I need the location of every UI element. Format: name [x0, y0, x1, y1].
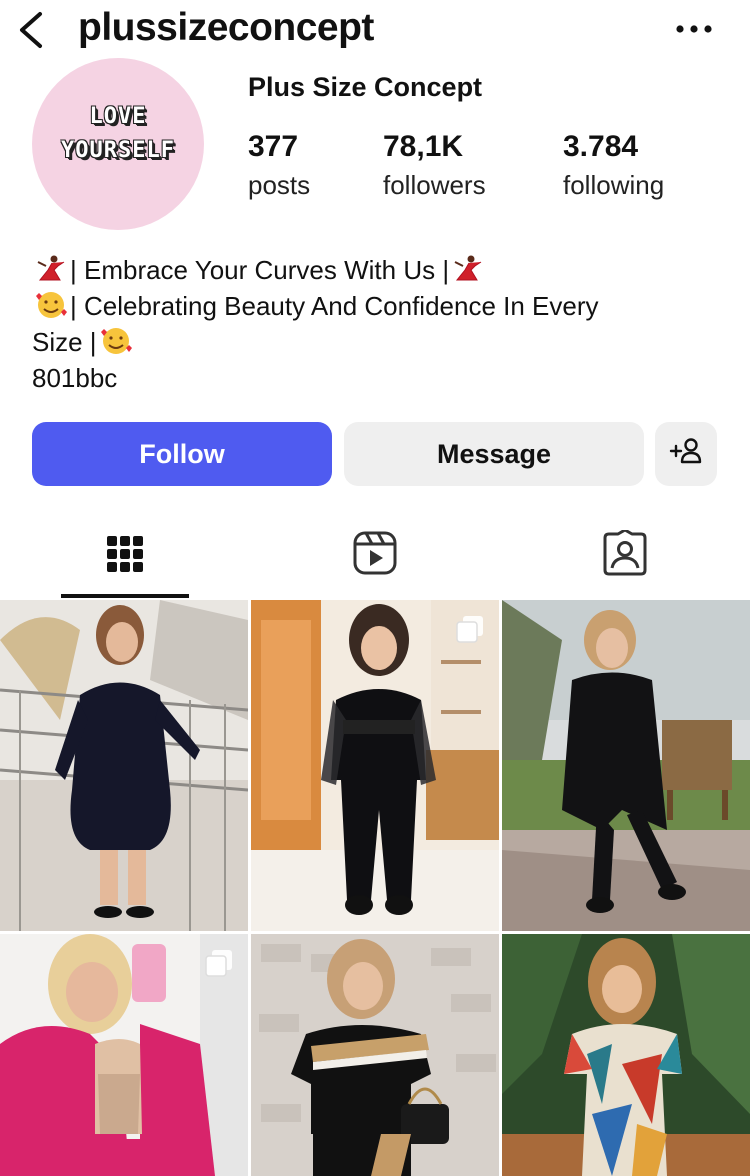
posts-label[interactable]: posts [248, 170, 310, 201]
profile-avatar[interactable]: LOVE YOURSELF [32, 58, 204, 230]
back-chevron-icon[interactable] [12, 8, 52, 52]
profile-username: plussizeconcept [78, 6, 374, 49]
bio-text-3: Size | [32, 327, 97, 357]
following-label[interactable]: following [563, 170, 664, 201]
multiple-photos-icon [204, 948, 234, 978]
post-thumbnail-4[interactable] [0, 934, 248, 1176]
posts-count[interactable]: 377 [248, 130, 298, 164]
post-thumbnail-2[interactable] [251, 600, 499, 931]
reels-icon [352, 530, 398, 581]
multiple-photos-icon [455, 614, 485, 644]
posts-grid [0, 600, 750, 1176]
profile-display-name: Plus Size Concept [248, 72, 483, 102]
post-thumbnail-1[interactable] [0, 600, 248, 931]
active-tab-indicator [61, 594, 189, 598]
follow-button[interactable]: Follow [32, 422, 332, 486]
tagged-user-icon [602, 528, 648, 581]
post-thumbnail-6[interactable] [502, 934, 750, 1176]
add-user-button[interactable] [655, 422, 717, 486]
dancer-emoji-icon [34, 254, 68, 284]
grid-icon [105, 530, 145, 581]
profile-bio: | Embrace Your Curves With Us | | Celebr… [32, 252, 722, 396]
add-user-icon [669, 436, 703, 473]
followers-count[interactable]: 78,1K [383, 130, 463, 164]
message-button[interactable]: Message [344, 422, 644, 486]
smiling-face-with-hearts-emoji-icon [34, 290, 68, 320]
bio-text-2: | Celebrating Beauty And Confidence In E… [70, 291, 599, 321]
tab-reels[interactable] [250, 512, 500, 598]
top-bar: plussizeconcept [0, 0, 750, 62]
bio-line-4: 801bbc [32, 363, 118, 393]
post-thumbnail-5[interactable] [251, 934, 499, 1176]
tab-posts-grid[interactable] [0, 512, 250, 598]
followers-label[interactable]: followers [383, 170, 486, 201]
dancer-emoji-icon [451, 254, 485, 284]
avatar-text-yourself: YOURSELF [61, 138, 175, 163]
bio-line-3: Size | [32, 324, 722, 360]
bio-text-1: | Embrace Your Curves With Us | [70, 255, 450, 285]
bio-line-2: | Celebrating Beauty And Confidence In E… [32, 288, 722, 324]
avatar-text-love: LOVE [89, 104, 147, 129]
smiling-face-with-hearts-emoji-icon [99, 326, 133, 356]
tab-tagged[interactable] [500, 512, 750, 598]
bio-line-1: | Embrace Your Curves With Us | [32, 252, 722, 288]
following-count[interactable]: 3.784 [563, 130, 638, 164]
profile-tabs [0, 512, 750, 600]
post-thumbnail-3[interactable] [502, 600, 750, 931]
more-options-icon[interactable] [664, 12, 724, 48]
